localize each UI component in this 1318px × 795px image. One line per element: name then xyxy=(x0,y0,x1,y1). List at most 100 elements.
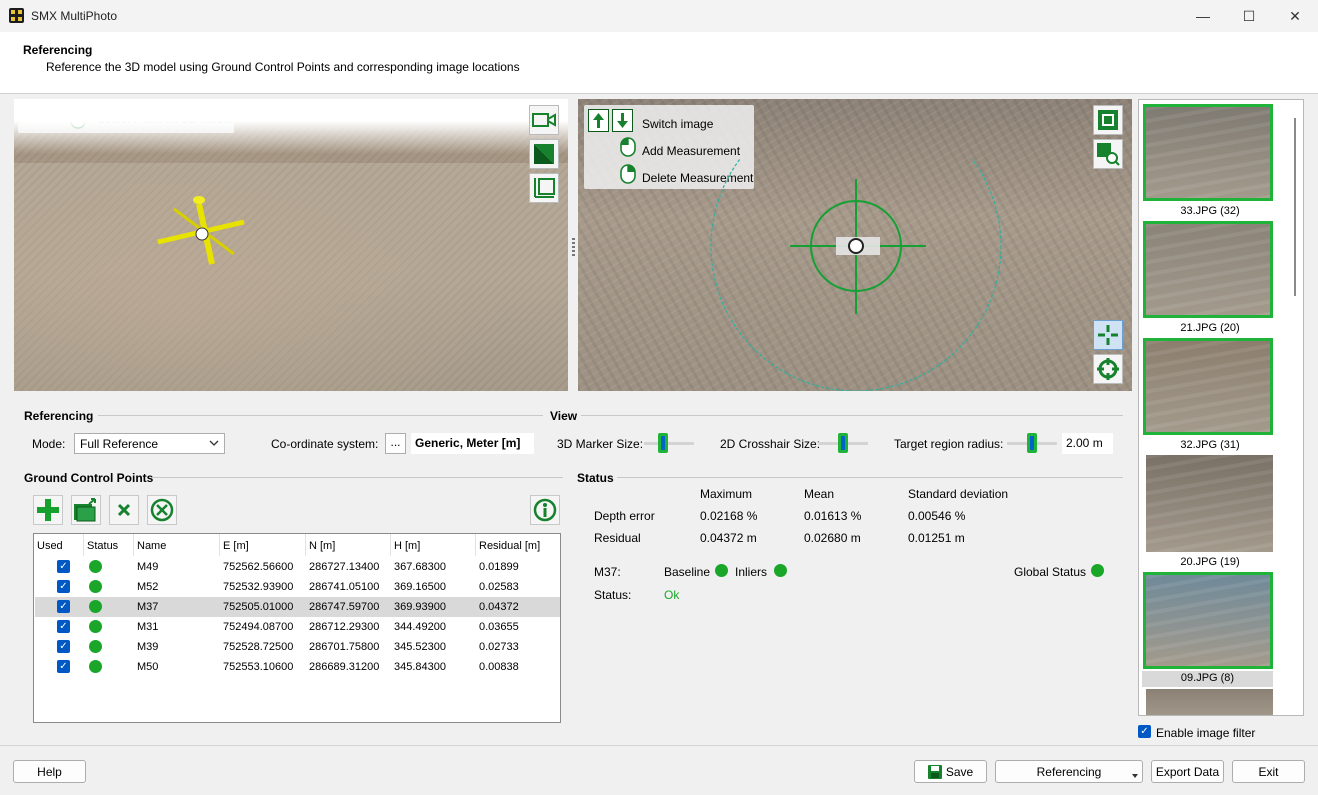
inliers-label: Inliers xyxy=(735,565,768,579)
cell-h: 367.68300 xyxy=(394,561,446,573)
exit-button[interactable]: Exit xyxy=(1232,760,1305,783)
cell-n: 286712.29300 xyxy=(309,621,380,633)
clear-gcp-button[interactable] xyxy=(147,495,177,525)
status-dot xyxy=(89,640,102,653)
x-icon xyxy=(117,503,131,517)
column-header[interactable]: H [m] xyxy=(391,534,476,556)
mode-select[interactable]: Full Reference xyxy=(74,433,225,454)
table-row[interactable]: ✓ M50 752553.10600 286689.31200 345.84300 0.0… xyxy=(35,657,560,677)
column-header[interactable]: N [m] xyxy=(306,534,391,556)
chevron-down-icon xyxy=(209,440,219,446)
depth-error-max: 0.02168 % xyxy=(700,509,758,523)
maximize-icon[interactable]: ☐ xyxy=(1226,0,1272,32)
minimize-icon[interactable]: — xyxy=(1180,0,1226,32)
column-header[interactable]: Status xyxy=(84,534,134,556)
thumbnail-image[interactable] xyxy=(1143,572,1273,669)
table-row[interactable]: ✓ M39 752528.72500 286701.75800 345.52300 0.0… xyxy=(35,637,560,657)
image-filter-label: Enable image filter xyxy=(1156,726,1256,740)
info-button[interactable] xyxy=(530,495,560,525)
slider-thumb[interactable] xyxy=(658,433,668,453)
scrollbar-thumb[interactable] xyxy=(1294,118,1296,296)
cell-e: 752494.08700 xyxy=(223,621,294,633)
perspective-button[interactable] xyxy=(529,139,559,169)
import-gcp-button[interactable] xyxy=(71,495,101,525)
plus-icon xyxy=(37,499,59,521)
thumbnail-image[interactable] xyxy=(1146,455,1273,552)
fit-view-button[interactable] xyxy=(529,173,559,203)
target-radius-slider[interactable] xyxy=(1007,433,1057,453)
delete-gcp-button[interactable] xyxy=(109,495,139,525)
crosshair-center-icon xyxy=(1098,325,1118,345)
table-row[interactable]: ✓ M31 752494.08700 286712.29300 344.49200 0.0… xyxy=(35,617,560,637)
thumbnail-label[interactable]: 32.JPG (31) xyxy=(1139,439,1281,451)
thumbnail-label[interactable]: 20.JPG (19) xyxy=(1139,556,1281,568)
used-checkbox[interactable]: ✓ xyxy=(57,560,70,573)
coord-system-button[interactable]: ... xyxy=(385,433,406,454)
inliers-status-dot xyxy=(774,564,787,577)
col-std-dev: Standard deviation xyxy=(908,487,1009,501)
camera-view-button[interactable] xyxy=(529,105,559,135)
target-radius-input[interactable]: 2.00 m xyxy=(1062,433,1113,454)
prev-image-button[interactable] xyxy=(588,109,609,132)
gcp-marker-3d xyxy=(157,196,245,265)
used-checkbox[interactable]: ✓ xyxy=(57,620,70,633)
residual-std: 0.01251 m xyxy=(908,531,965,545)
zoom-image-button[interactable] xyxy=(1093,139,1123,169)
thumbnail-image[interactable] xyxy=(1143,221,1273,318)
mouse-icon xyxy=(70,109,86,129)
coord-system-value: Generic, Meter [m] xyxy=(411,433,534,454)
zoom-icon xyxy=(1097,143,1120,166)
help-button[interactable]: Help xyxy=(13,760,86,783)
info-icon xyxy=(533,498,557,522)
used-checkbox[interactable]: ✓ xyxy=(57,600,70,613)
thumbnail-label[interactable]: 09.JPG (8) xyxy=(1142,671,1273,687)
column-header[interactable]: Residual [m] xyxy=(476,534,560,556)
gcp-table[interactable]: Used Status Name E [m] N [m] H [m] Resid… xyxy=(33,533,561,723)
column-header[interactable]: E [m] xyxy=(220,534,306,556)
thumbnail-image[interactable] xyxy=(1143,338,1273,435)
used-checkbox[interactable]: ✓ xyxy=(57,640,70,653)
thumbnail-label[interactable]: 21.JPG (20) xyxy=(1139,322,1281,334)
save-button[interactable]: Save xyxy=(914,760,987,783)
image-thumbnail-list[interactable]: 33.JPG (32) 21.JPG (20) 32.JPG (31) 20.JPG … xyxy=(1138,99,1304,716)
next-image-button[interactable] xyxy=(612,109,633,132)
splitter-handle[interactable] xyxy=(572,238,575,256)
slider-thumb[interactable] xyxy=(838,433,848,453)
crosshair-size-slider[interactable] xyxy=(818,433,868,453)
slider-thumb[interactable] xyxy=(1027,433,1037,453)
thumbnail-image[interactable] xyxy=(1143,104,1273,201)
used-checkbox[interactable]: ✓ xyxy=(57,660,70,673)
center-crosshair-button[interactable] xyxy=(1093,320,1123,350)
cell-r: 0.02733 xyxy=(479,641,519,653)
coord-system-label: Co-ordinate system: xyxy=(271,437,379,451)
close-icon[interactable]: ✕ xyxy=(1272,0,1318,32)
column-header[interactable]: Name xyxy=(134,534,220,556)
add-gcp-button[interactable] xyxy=(33,495,63,525)
export-data-button[interactable]: Export Data xyxy=(1151,760,1224,783)
residual-label: Residual xyxy=(594,531,641,545)
used-checkbox[interactable]: ✓ xyxy=(57,580,70,593)
page-title: Referencing xyxy=(23,43,93,57)
divider xyxy=(617,477,1123,478)
page-subtitle: Reference the 3D model using Ground Cont… xyxy=(46,60,520,74)
column-header[interactable]: Used xyxy=(34,534,84,556)
status-section-title: Status xyxy=(577,471,614,485)
table-row[interactable]: ✓ M52 752532.93900 286741.05100 369.16500 0.0… xyxy=(35,577,560,597)
table-row[interactable]: ✓ M49 752562.56600 286727.13400 367.68300 0.0… xyxy=(35,557,560,577)
table-row[interactable]: ✓ M37 752505.01000 286747.59700 369.93900 0.0… xyxy=(35,597,560,617)
image-2d-view[interactable]: Switch image Add Measurement Delete Meas… xyxy=(578,99,1132,391)
referencing-button[interactable]: Referencing xyxy=(995,760,1143,783)
marker-size-slider[interactable] xyxy=(644,433,694,453)
global-status-dot xyxy=(1091,564,1104,577)
target-button[interactable] xyxy=(1093,354,1123,384)
model-3d-view[interactable]: Select Point on 3D Model xyxy=(14,99,568,391)
depth-error-mean: 0.01613 % xyxy=(804,509,862,523)
fit-image-button[interactable] xyxy=(1093,105,1123,135)
thumbnail-image[interactable] xyxy=(1146,689,1273,715)
import-folder-icon xyxy=(74,498,96,522)
thumbnail-label[interactable]: 33.JPG (32) xyxy=(1139,205,1281,217)
circle-x-icon xyxy=(150,498,174,522)
image-filter-checkbox[interactable]: ✓ xyxy=(1138,725,1151,738)
cell-n: 286727.13400 xyxy=(309,561,380,573)
cell-n: 286747.59700 xyxy=(309,601,380,613)
